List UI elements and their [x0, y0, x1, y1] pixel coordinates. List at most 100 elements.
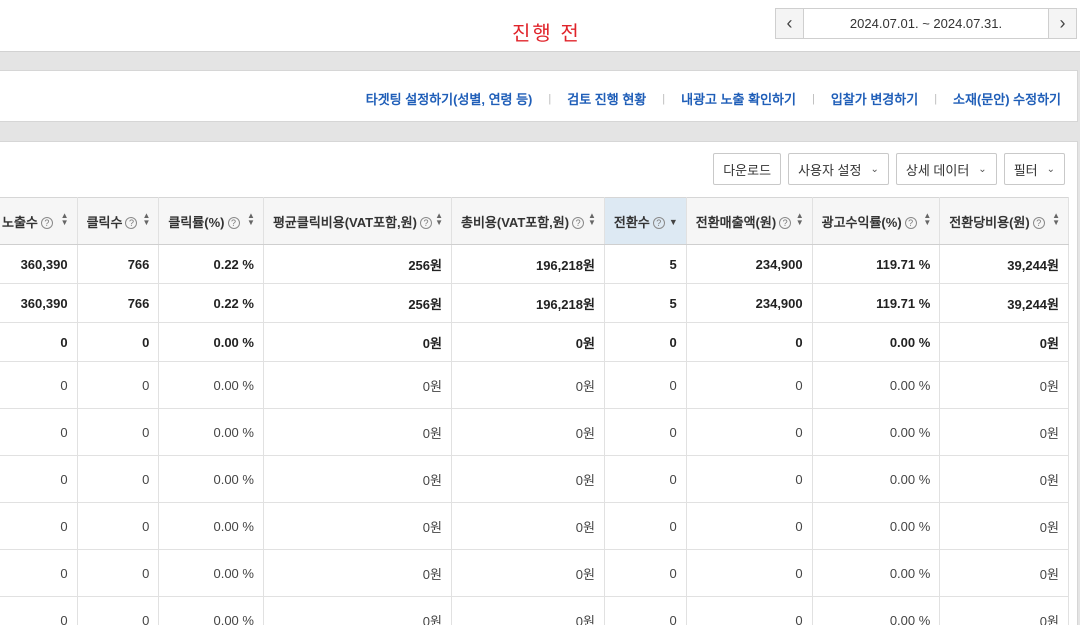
performance-table: 노출수? ▲ ▼ 클릭수? ▲ ▼ 클릭률(%)? ▲ ▼ 평균클릭비용(VAT포함,원)? ▲ ▼ 총… — [0, 197, 1069, 625]
table-row: 0 0 0.00 % 0원 0원 0 0 0.00 % 0원 — [0, 502, 1069, 550]
table-cell: 0원 — [262, 455, 452, 503]
table-cell: 0원 — [939, 502, 1069, 550]
table-cell: 0 — [603, 596, 687, 625]
table-row: 0 0 0.00 % 0원 0원 0 0 0.00 % 0원 — [0, 361, 1069, 409]
chevron-down-icon: ⌄ — [870, 163, 879, 175]
help-icon[interactable]: ? — [419, 216, 432, 229]
table-cell: 0 — [0, 502, 78, 550]
table-cell: 0 — [603, 322, 687, 362]
help-icon[interactable]: ? — [779, 216, 792, 229]
table-cell: 0.00 % — [158, 596, 264, 625]
filter-dropdown[interactable]: 필터 ⌄ — [1003, 153, 1065, 185]
help-icon[interactable]: ? — [904, 216, 917, 229]
table-cell: 5 — [603, 244, 687, 284]
column-header[interactable]: 클릭수? ▲ ▼ — [76, 197, 160, 245]
chevron-right-icon[interactable]: › — [1048, 9, 1076, 38]
ad-exposure-check-link[interactable]: 내광고 노출 확인하기 — [681, 89, 796, 108]
table-cell: 0.00 % — [811, 502, 941, 550]
table-cell: 0 — [76, 322, 160, 362]
table-cell: 0원 — [939, 361, 1069, 409]
column-header-label: 총비용(VAT포함,원) — [460, 214, 570, 230]
table-cell: 0 — [685, 361, 813, 409]
table-cell: 0원 — [262, 361, 452, 409]
user-settings-dropdown[interactable]: 사용자 설정 ⌄ — [788, 153, 889, 185]
table-cell: 0.00 % — [811, 455, 941, 503]
summary-row: 360,390 766 0.22 % 256원 196,218원 5 234,900 119.… — [0, 244, 1069, 284]
sort-icon[interactable]: ▲ ▼ — [247, 212, 255, 227]
table-cell: 0원 — [450, 361, 605, 409]
detail-data-label: 상세 데이터 — [905, 162, 970, 178]
column-header[interactable]: 총비용(VAT포함,원)? ▲ ▼ — [450, 197, 605, 245]
table-cell: 0 — [603, 361, 687, 409]
table-cell: 234,900 — [685, 244, 813, 284]
table-cell: 0 — [76, 361, 160, 409]
table-cell: 234,900 — [685, 283, 813, 323]
table-cell: 360,390 — [0, 244, 78, 284]
date-range-picker[interactable]: ‹ 2024.07.01. ~ 2024.07.31. › — [775, 8, 1077, 39]
table-cell: 196,218원 — [450, 244, 605, 284]
help-icon[interactable]: ? — [572, 216, 585, 229]
user-settings-label: 사용자 설정 — [798, 162, 862, 178]
table-cell: 0 — [76, 455, 160, 503]
creative-edit-link[interactable]: 소재(문안) 수정하기 — [953, 89, 1061, 108]
summary-row: 0 0 0.00 % 0원 0원 0 0 0.00 % 0원 — [0, 322, 1069, 362]
sort-icon[interactable]: ▲ ▼ — [435, 212, 443, 227]
table-cell: 0.00 % — [158, 322, 264, 362]
table-row: 0 0 0.00 % 0원 0원 0 0 0.00 % 0원 — [0, 596, 1069, 625]
table-body: 360,390 766 0.22 % 256원 196,218원 5 234,900 119.… — [0, 244, 1069, 625]
column-header[interactable]: 클릭률(%)? ▲ ▼ — [158, 197, 264, 245]
sort-icon[interactable]: ▲ ▼ — [923, 212, 931, 227]
help-icon[interactable]: ? — [1032, 216, 1045, 229]
table-cell: 0 — [603, 408, 687, 456]
table-cell: 0 — [685, 596, 813, 625]
help-icon[interactable]: ? — [125, 216, 138, 229]
table-cell: 0.00 % — [811, 361, 941, 409]
table-cell: 0원 — [939, 455, 1069, 503]
date-range-text[interactable]: 2024.07.01. ~ 2024.07.31. — [804, 9, 1048, 38]
table-cell: 0 — [0, 596, 78, 625]
column-header[interactable]: 전환수? ▼ — [603, 197, 687, 245]
table-cell: 0원 — [262, 408, 452, 456]
download-button[interactable]: 다운로드 — [713, 153, 782, 185]
chevron-down-icon: ⌄ — [1046, 163, 1055, 175]
sort-icon[interactable]: ▲ ▼ — [588, 212, 596, 227]
column-header[interactable]: 평균클릭비용(VAT포함,원)? ▲ ▼ — [262, 197, 452, 245]
table-cell: 0.00 % — [158, 408, 264, 456]
column-header-label: 전환당비용(원) — [949, 214, 1030, 230]
table-cell: 0.00 % — [811, 596, 941, 625]
column-header[interactable]: 전환매출액(원)? ▲ ▼ — [685, 197, 813, 245]
detail-data-dropdown[interactable]: 상세 데이터 ⌄ — [895, 153, 997, 185]
sort-descending-icon[interactable]: ▼ — [669, 217, 678, 227]
table-cell: 0.00 % — [811, 408, 941, 456]
column-header-label: 광고수익률(%) — [821, 214, 902, 230]
table-cell: 0 — [76, 502, 160, 550]
sort-icon[interactable]: ▲ ▼ — [142, 212, 150, 227]
column-header[interactable]: 광고수익률(%)? ▲ ▼ — [811, 197, 941, 245]
link-separator: | — [934, 92, 938, 105]
table-cell: 766 — [76, 283, 160, 323]
table-cell: 0원 — [262, 596, 452, 625]
column-header[interactable]: 노출수? ▲ ▼ — [0, 197, 78, 245]
column-header-label: 노출수 — [2, 214, 38, 230]
sort-icon[interactable]: ▲ ▼ — [61, 212, 69, 227]
table-cell: 0 — [603, 502, 687, 550]
table-cell: 360,390 — [0, 283, 78, 323]
column-header[interactable]: 전환당비용(원)? ▲ ▼ — [939, 197, 1069, 245]
targeting-settings-link[interactable]: 타겟팅 설정하기(성별, 연령 등) — [366, 89, 533, 108]
help-icon[interactable]: ? — [227, 216, 240, 229]
report-toolbar: 다운로드 사용자 설정 ⌄ 상세 데이터 ⌄ 필터 ⌄ — [713, 153, 1065, 185]
download-button-label: 다운로드 — [723, 162, 772, 178]
top-bar: 진행 전 ‹ 2024.07.01. ~ 2024.07.31. › — [0, 0, 1080, 52]
sort-icon[interactable]: ▲ ▼ — [796, 212, 804, 227]
review-status-link[interactable]: 검토 진행 현황 — [567, 89, 646, 108]
table-cell: 0 — [76, 408, 160, 456]
sort-icon[interactable]: ▲ ▼ — [1052, 212, 1060, 227]
table-cell: 0원 — [450, 408, 605, 456]
chevron-left-icon[interactable]: ‹ — [776, 9, 804, 38]
table-cell: 0원 — [262, 549, 452, 597]
help-icon[interactable]: ? — [40, 216, 53, 229]
help-icon[interactable]: ? — [652, 216, 665, 229]
table-cell: 0 — [76, 596, 160, 625]
table-cell: 196,218원 — [450, 283, 605, 323]
bid-change-link[interactable]: 입찰가 변경하기 — [831, 89, 918, 108]
